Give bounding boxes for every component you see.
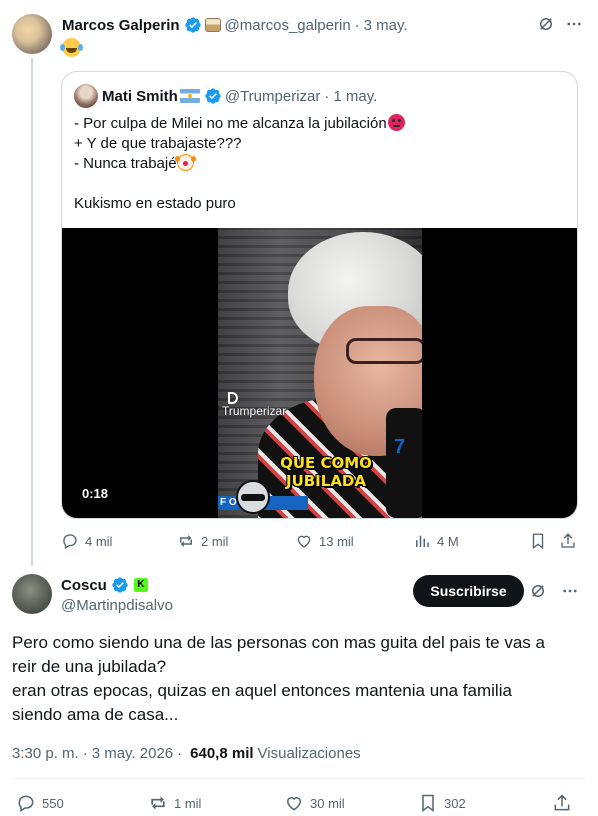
separator-dot: · [354, 16, 360, 34]
sunglasses-meme-sticker [236, 480, 270, 514]
reply-date[interactable]: 3 may. 2026 [92, 745, 173, 762]
reply-metadata: 3:30 p. m. · 3 may. 2026 · 640,8 mil Vis… [12, 743, 361, 763]
reply-text-line-4: siendo ama de casa... [12, 705, 179, 724]
quoted-text-line-1: - Por culpa de Milei no me alcanza la ju… [74, 115, 387, 132]
separator-dot: · [82, 744, 88, 762]
grok-icon[interactable] [536, 14, 556, 34]
microphone [386, 408, 422, 518]
repost-button[interactable]: 1 mil [148, 792, 201, 814]
bookmark-count: 302 [444, 795, 466, 811]
reply-text-line-3: eran otras epocas, quizas en aquel enton… [12, 681, 512, 700]
reply-top-actions [528, 581, 580, 601]
quoted-text-line: - Nunca trabajé [74, 154, 564, 174]
quoted-post-header: Mati Smith @Trumperizar · 1 may. [102, 86, 377, 106]
microphone-logo: 7 [394, 436, 406, 458]
bookmark-icon [532, 533, 544, 550]
quoted-text-line: - Por culpa de Milei no me alcanza la ju… [74, 114, 564, 134]
verified-badge-icon [112, 577, 128, 593]
verified-badge-icon [184, 17, 201, 33]
share-icon [561, 533, 575, 548]
views-button[interactable]: 4 M [413, 530, 459, 552]
reply-author-name[interactable]: Coscu [61, 577, 107, 594]
author-name[interactable]: Marcos Galperin [62, 17, 180, 34]
reply-text: Pero como siendo una de las personas con… [12, 631, 586, 727]
quoted-author-handle[interactable]: @Trumperizar [225, 88, 321, 105]
reply-count: 550 [42, 795, 64, 811]
quoted-post-date[interactable]: 1 may. [333, 88, 377, 105]
reply-author-handle[interactable]: @Martinpdisalvo [61, 597, 173, 614]
clown-face-emoji-icon [174, 154, 194, 171]
author-handle[interactable]: @marcos_galperin [225, 17, 351, 34]
repost-icon [180, 535, 192, 547]
reply-avatar[interactable] [12, 574, 52, 614]
kick-badge-icon: K [133, 578, 148, 592]
reply-icon [18, 795, 34, 812]
like-count: 30 mil [310, 795, 345, 811]
post-text [60, 38, 81, 62]
reply-icon [63, 534, 77, 549]
quoted-post-card[interactable]: Mati Smith @Trumperizar · 1 may. - Por c… [61, 71, 578, 519]
divider [12, 778, 586, 779]
laughing-emoji-icon [60, 38, 81, 57]
reply-time[interactable]: 3:30 p. m. [12, 745, 79, 762]
reply-header: Coscu K [61, 576, 148, 594]
reply-views-label: Visualizaciones [257, 744, 361, 762]
bookmark-button[interactable] [529, 530, 547, 552]
post-header: Marcos Galperin @marcos_galperin · 3 may… [62, 15, 408, 35]
heart-icon [297, 535, 311, 548]
quoted-avatar[interactable] [74, 84, 98, 108]
video-watermark: Trumperizar [222, 404, 287, 418]
quoted-author-name[interactable]: Mati Smith [102, 88, 178, 105]
quoted-text-line-2: + Y de que trabajaste??? [74, 135, 242, 152]
separator-dot: · [177, 744, 183, 762]
repost-count: 2 mil [201, 533, 229, 549]
angry-face-emoji-icon [387, 114, 405, 131]
video-duration: 0:18 [82, 486, 109, 501]
bookmark-icon [422, 794, 434, 812]
post-date[interactable]: 3 may. [364, 17, 408, 34]
more-options-icon[interactable] [564, 14, 584, 34]
reply-text-line-1: Pero como siendo una de las personas con… [12, 633, 545, 652]
share-button[interactable] [559, 530, 577, 552]
view-count: 4 M [437, 533, 459, 549]
repost-button[interactable]: 2 mil [177, 530, 228, 552]
repost-icon [151, 796, 165, 810]
video-frame: 7 Trumperizar QUE COMO JUBILADA F O" [218, 228, 422, 518]
like-count: 13 mil [319, 533, 354, 549]
video-caption-line-2: JUBILADA [285, 472, 366, 490]
verified-badge-icon [205, 88, 221, 104]
bookmark-button[interactable]: 302 [418, 792, 466, 814]
reply-button[interactable]: 4 mil [61, 530, 112, 552]
more-options-icon[interactable] [560, 581, 580, 601]
post-action-bar: 4 mil 2 mil 13 mil 4 M [61, 530, 581, 552]
affiliate-badge-icon [204, 18, 221, 32]
post-top-actions [536, 14, 584, 34]
heart-icon [286, 797, 302, 811]
reply-count: 4 mil [85, 533, 113, 549]
subscribe-button[interactable]: Suscribirse [413, 575, 524, 607]
share-icon [554, 794, 570, 811]
quoted-text-line-4: Kukismo en estado puro [74, 195, 236, 212]
video-caption-line-1: QUE COMO [280, 454, 372, 472]
argentina-flag-icon [179, 89, 200, 103]
reply-views-count: 640,8 mil [190, 744, 254, 762]
views-chart-icon [416, 535, 429, 547]
grok-icon[interactable] [528, 581, 548, 601]
video-player[interactable]: 7 Trumperizar QUE COMO JUBILADA F O" 0:1… [62, 228, 577, 518]
reply-action-bar: 550 1 mil 30 mil 302 [12, 792, 586, 816]
like-button[interactable]: 30 mil [284, 792, 345, 814]
main-post: Marcos Galperin @marcos_galperin · 3 may… [0, 0, 598, 568]
reply-text-line-2: reir de una jubilada? [12, 657, 167, 676]
quoted-post-text: - Por culpa de Milei no me alcanza la ju… [74, 114, 564, 214]
separator-dot: · [324, 87, 330, 105]
reply-button[interactable]: 550 [16, 792, 64, 814]
video-caption: QUE COMO JUBILADA [276, 454, 376, 490]
glasses [346, 338, 422, 364]
thread-connector-line [31, 58, 33, 566]
avatar[interactable] [12, 14, 52, 54]
share-button[interactable] [552, 792, 572, 814]
quoted-text-line-3: - Nunca trabajé [74, 155, 177, 172]
repost-count: 1 mil [174, 795, 202, 811]
like-button[interactable]: 13 mil [295, 530, 354, 552]
